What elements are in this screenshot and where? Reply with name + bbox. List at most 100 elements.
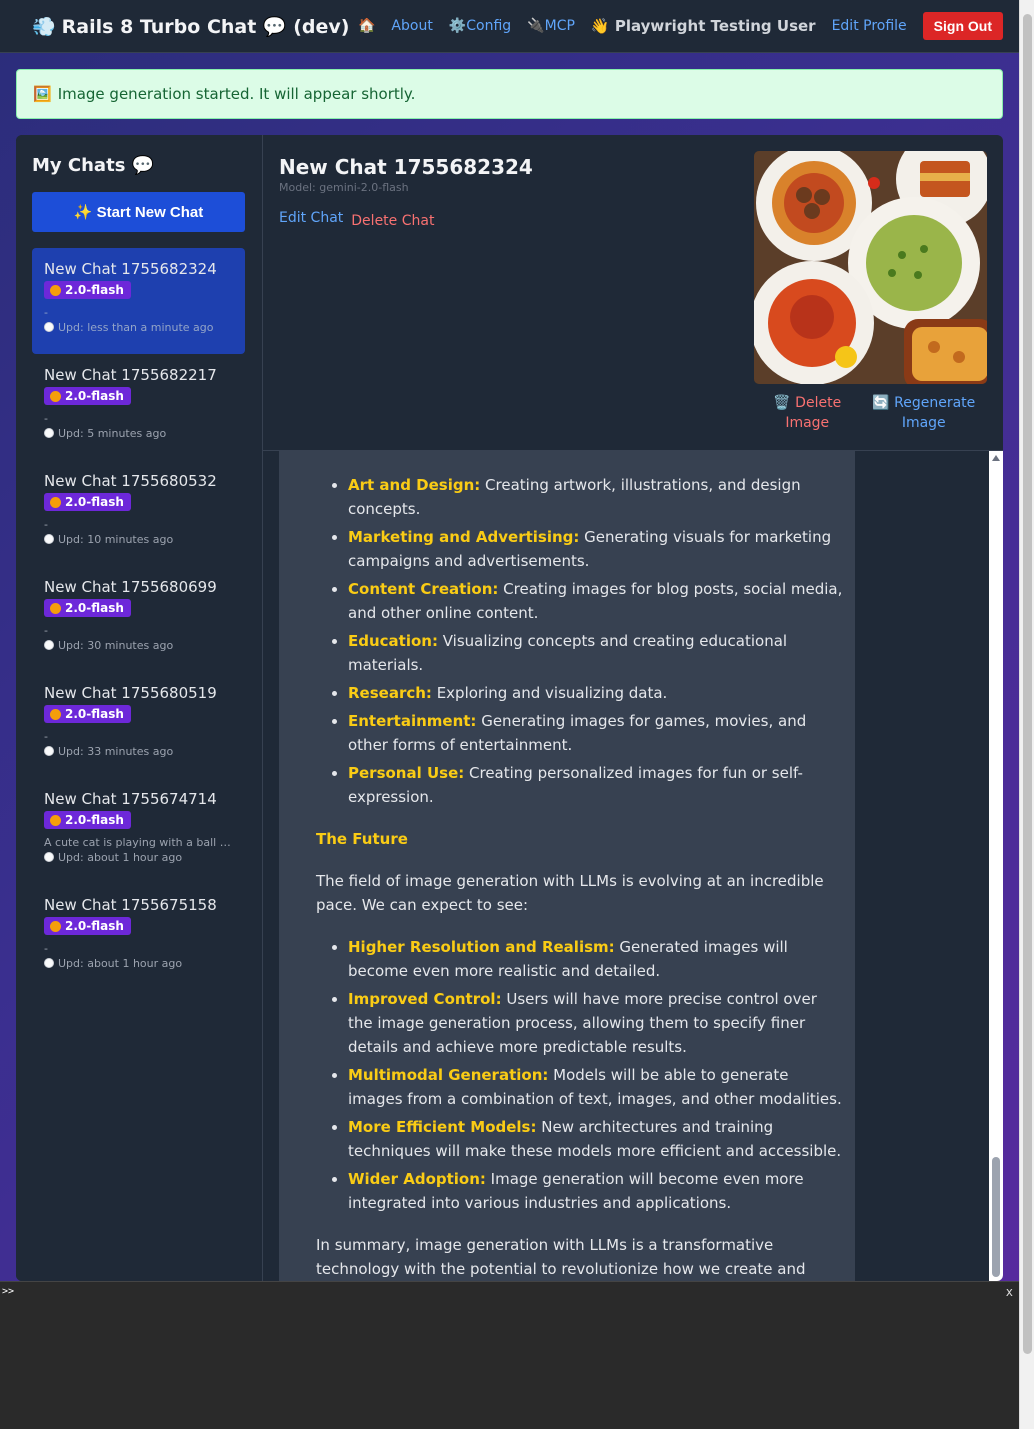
clock-icon bbox=[44, 322, 54, 332]
chat-panel: My Chats 💬 ✨ Start New Chat New Chat 175… bbox=[16, 135, 1003, 1281]
chat-item-updated-text: Upd: 5 minutes ago bbox=[58, 426, 167, 440]
page-scrollbar[interactable] bbox=[1019, 0, 1034, 1429]
chat-item-updated: Upd: 5 minutes ago bbox=[44, 427, 233, 440]
chat-item-name: New Chat 1755675158 bbox=[44, 896, 217, 914]
edit-profile-link[interactable]: Edit Profile bbox=[832, 18, 907, 34]
chat-list-item[interactable]: New Chat 1755682324 2.0-flash - Upd: les… bbox=[32, 248, 245, 354]
model-badge: 2.0-flash bbox=[44, 705, 131, 723]
picture-icon: 🖼️ bbox=[33, 85, 52, 103]
nav-links: 🏠 About ⚙️Config 🔌MCP 👋 Playwright Testi… bbox=[358, 12, 1003, 40]
chat-item-name: New Chat 1755674714 bbox=[44, 790, 217, 808]
chat-item-name: New Chat 1755682324 bbox=[44, 260, 217, 278]
list-item-term: Higher Resolution and Realism: bbox=[348, 938, 615, 956]
sidebar-title: My Chats 💬 bbox=[32, 155, 155, 176]
gemini-icon bbox=[50, 602, 61, 614]
chat-item-snippet: - bbox=[44, 729, 48, 743]
chat-list: New Chat 1755682324 2.0-flash - Upd: les… bbox=[32, 248, 246, 990]
nav-mcp-link[interactable]: 🔌MCP bbox=[527, 18, 575, 34]
chat-list-item[interactable]: New Chat 1755680699 2.0-flash - Upd: 30 … bbox=[32, 566, 245, 672]
app-brand[interactable]: 💨 Rails 8 Turbo Chat 💬 (dev) bbox=[32, 15, 349, 38]
chat-header: New Chat 1755682324 Model: gemini-2.0-fl… bbox=[263, 135, 1003, 451]
gemini-icon bbox=[50, 708, 61, 720]
sign-out-button[interactable]: Sign Out bbox=[922, 12, 1003, 40]
chat-item-updated: Upd: about 1 hour ago bbox=[44, 957, 233, 970]
chat-list-item[interactable]: New Chat 1755675158 2.0-flash - Upd: abo… bbox=[32, 884, 245, 990]
list-item-term: Marketing and Advertising: bbox=[348, 528, 580, 546]
list-item-term: Wider Adoption: bbox=[348, 1170, 486, 1188]
delete-image-link[interactable]: 🗑️ Delete Image bbox=[762, 393, 852, 433]
generated-image bbox=[754, 151, 987, 384]
future-intro: The field of image generation with LLMs … bbox=[316, 872, 824, 914]
message-list-item: Education: Visualizing concepts and crea… bbox=[348, 629, 843, 677]
chat-item-updated: Upd: about 1 hour ago bbox=[44, 851, 233, 864]
chat-item-snippet: - bbox=[44, 941, 48, 955]
list-item-term: Multimodal Generation: bbox=[348, 1066, 549, 1084]
pasta-plates-image bbox=[754, 151, 987, 384]
applications-list: Art and Design: Creating artwork, illust… bbox=[316, 473, 843, 809]
chat-content: New Chat 1755682324 Model: gemini-2.0-fl… bbox=[263, 135, 1003, 1281]
chat-list-item[interactable]: New Chat 1755680519 2.0-flash - Upd: 33 … bbox=[32, 672, 245, 778]
chat-item-snippet: A cute cat is playing with a ball of... bbox=[44, 835, 233, 849]
messages-scrollbar[interactable] bbox=[989, 451, 1003, 1281]
edit-chat-link[interactable]: Edit Chat bbox=[279, 210, 343, 229]
flash-notice: 🖼️ Image generation started. It will app… bbox=[16, 69, 1003, 119]
messages-area[interactable]: Art and Design: Creating artwork, illust… bbox=[263, 451, 1003, 1281]
message-list-item: Wider Adoption: Image generation will be… bbox=[348, 1167, 843, 1215]
gemini-icon bbox=[50, 496, 61, 508]
list-item-term: Personal Use: bbox=[348, 764, 465, 782]
regenerate-image-link[interactable]: 🔄 Regenerate Image bbox=[869, 393, 979, 433]
clock-icon bbox=[44, 746, 54, 756]
list-item-text: Exploring and visualizing data. bbox=[431, 684, 668, 702]
flash-message: Image generation started. It will appear… bbox=[57, 85, 416, 103]
message-list-item: Improved Control: Users will have more p… bbox=[348, 987, 843, 1059]
chat-item-snippet: - bbox=[44, 411, 48, 425]
model-badge-label: 2.0-flash bbox=[65, 495, 124, 509]
chat-item-updated: Upd: 10 minutes ago bbox=[44, 533, 233, 546]
nav-home-link[interactable]: 🏠 bbox=[358, 18, 375, 34]
nav-about-link[interactable]: About bbox=[391, 18, 432, 34]
clock-icon bbox=[44, 534, 54, 544]
list-item-term: Art and Design: bbox=[348, 476, 481, 494]
list-item-term: Improved Control: bbox=[348, 990, 502, 1008]
list-item-term: Education: bbox=[348, 632, 438, 650]
console-prompt[interactable]: >> bbox=[2, 1286, 14, 1297]
message-list-item: Multimodal Generation: Models will be ab… bbox=[348, 1063, 843, 1111]
clock-icon bbox=[44, 852, 54, 862]
page-scroll-thumb[interactable] bbox=[1023, 14, 1032, 1354]
message-list-item: Marketing and Advertising: Generating vi… bbox=[348, 525, 843, 573]
list-item-term: Content Creation: bbox=[348, 580, 499, 598]
clock-icon bbox=[44, 640, 54, 650]
message-list-item: More Efficient Models: New architectures… bbox=[348, 1115, 843, 1163]
chat-item-snippet: - bbox=[44, 623, 48, 637]
console-close-button[interactable]: x bbox=[1006, 1285, 1013, 1299]
chat-list-item[interactable]: New Chat 1755674714 2.0-flash A cute cat… bbox=[32, 778, 245, 884]
model-badge: 2.0-flash bbox=[44, 917, 131, 935]
scroll-up-arrow-icon[interactable] bbox=[992, 455, 1000, 461]
model-badge: 2.0-flash bbox=[44, 811, 131, 829]
chat-item-name: New Chat 1755680699 bbox=[44, 578, 217, 596]
chat-item-updated-text: Upd: 10 minutes ago bbox=[58, 532, 174, 546]
future-heading: The Future bbox=[316, 830, 408, 848]
chat-list-item[interactable]: New Chat 1755682217 2.0-flash - Upd: 5 m… bbox=[32, 354, 245, 460]
chat-item-name: New Chat 1755682217 bbox=[44, 366, 217, 384]
chat-list-item[interactable]: New Chat 1755680532 2.0-flash - Upd: 10 … bbox=[32, 460, 245, 566]
chat-item-updated-text: Upd: 30 minutes ago bbox=[58, 638, 174, 652]
app-title: Rails 8 Turbo Chat 💬 (dev) bbox=[61, 15, 350, 38]
gemini-icon bbox=[50, 814, 61, 826]
delete-chat-link[interactable]: Delete Chat bbox=[351, 213, 434, 229]
chat-item-snippet: - bbox=[44, 305, 48, 319]
start-new-chat-button[interactable]: ✨ Start New Chat bbox=[32, 192, 245, 232]
wind-icon: 💨 bbox=[32, 15, 56, 38]
message-list-item: Higher Resolution and Realism: Generated… bbox=[348, 935, 843, 983]
scroll-thumb[interactable] bbox=[992, 1157, 1000, 1277]
nav-config-link[interactable]: ⚙️Config bbox=[449, 18, 511, 34]
model-badge: 2.0-flash bbox=[44, 281, 131, 299]
chat-item-updated-text: Upd: less than a minute ago bbox=[58, 320, 214, 334]
message-list-item: Art and Design: Creating artwork, illust… bbox=[348, 473, 843, 521]
model-badge-label: 2.0-flash bbox=[65, 601, 124, 615]
model-badge: 2.0-flash bbox=[44, 387, 131, 405]
assistant-message: Art and Design: Creating artwork, illust… bbox=[279, 451, 855, 1281]
list-item-term: More Efficient Models: bbox=[348, 1118, 537, 1136]
model-badge-label: 2.0-flash bbox=[65, 919, 124, 933]
model-badge-label: 2.0-flash bbox=[65, 283, 124, 297]
